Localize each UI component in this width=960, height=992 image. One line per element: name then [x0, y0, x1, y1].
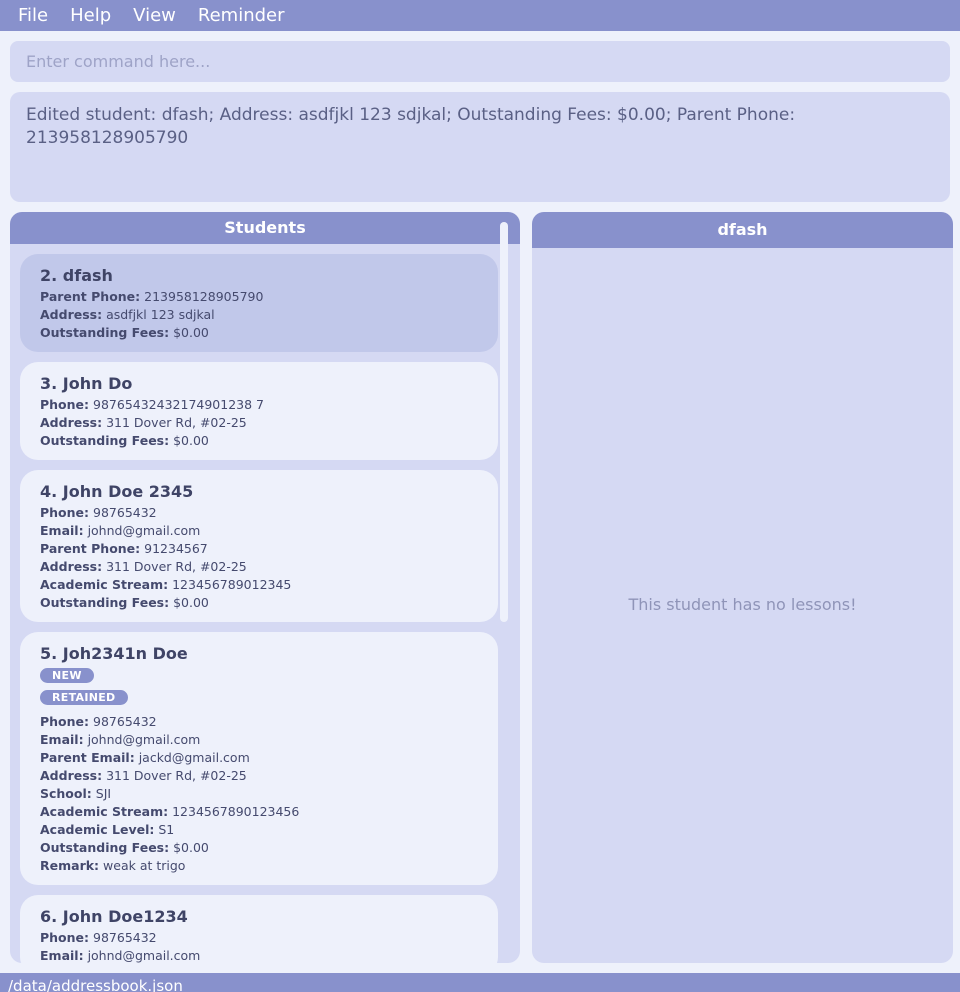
students-panel-title: Students: [10, 212, 520, 244]
field-label: School:: [40, 786, 92, 801]
status-bar: /data/addressbook.json: [0, 973, 960, 992]
student-name: 4. John Doe 2345: [40, 482, 194, 501]
student-field: Email: johnd@gmail.com: [40, 731, 478, 749]
detail-panel-title: dfash: [532, 212, 953, 248]
field-value: jackd@gmail.com: [138, 750, 250, 765]
field-value: 98765432: [93, 714, 157, 729]
field-label: Phone:: [40, 714, 90, 729]
student-name: 3. John Do: [40, 374, 133, 393]
field-value: johnd@gmail.com: [87, 948, 201, 963]
field-value: 91234567: [144, 541, 208, 556]
student-field: Remark: weak at trigo: [40, 857, 478, 875]
result-display: Edited student: dfash; Address: asdfjkl …: [10, 92, 950, 202]
field-label: Phone:: [40, 930, 90, 945]
field-label: Remark:: [40, 858, 100, 873]
student-tags: NEW RETAINED: [40, 666, 478, 710]
student-field: School: SJI: [40, 785, 478, 803]
student-card[interactable]: 5. Joh2341n Doe NEW RETAINED Phone: 9876543…: [20, 632, 498, 885]
student-field: Address: asdfjkl 123 sdjkal: [40, 306, 478, 324]
field-value: $0.00: [173, 433, 209, 448]
student-field: Email: johnd@gmail.com: [40, 522, 478, 540]
student-card[interactable]: 6. John Doe1234 Phone: 98765432 Email: joh…: [20, 895, 498, 963]
menu-view[interactable]: View: [133, 5, 176, 26]
student-field: Outstanding Fees: $0.00: [40, 432, 478, 450]
field-value: asdfjkl 123 sdjkal: [106, 307, 215, 322]
field-value: SJI: [95, 786, 112, 801]
student-field: Phone: 98765432: [40, 713, 478, 731]
student-card[interactable]: 2. dfash Parent Phone: 213958128905790 Add…: [20, 254, 498, 352]
student-name: 6. John Doe1234: [40, 907, 188, 926]
student-field: Parent Phone: 91234567: [40, 540, 478, 558]
field-label: Parent Phone:: [40, 541, 141, 556]
students-panel: Students 2. dfash Parent Phone: 213958128…: [10, 212, 520, 963]
field-value: 311 Dover Rd, #02-25: [106, 768, 247, 783]
field-value: 311 Dover Rd, #02-25: [106, 415, 247, 430]
field-label: Academic Stream:: [40, 577, 169, 592]
field-value: $0.00: [173, 325, 209, 340]
field-label: Outstanding Fees:: [40, 433, 170, 448]
field-label: Phone:: [40, 505, 90, 520]
student-name: 5. Joh2341n Doe: [40, 644, 188, 663]
field-label: Academic Level:: [40, 822, 155, 837]
field-label: Email:: [40, 732, 84, 747]
student-name: 2. dfash: [40, 266, 113, 285]
student-list-inner: 2. dfash Parent Phone: 213958128905790 Add…: [20, 254, 498, 963]
field-value: 98765432: [93, 505, 157, 520]
field-value: S1: [158, 822, 175, 837]
field-label: Outstanding Fees:: [40, 840, 170, 855]
student-tag: RETAINED: [40, 690, 128, 705]
field-label: Phone:: [40, 397, 90, 412]
student-list-scrollbar[interactable]: [500, 222, 508, 622]
field-label: Address:: [40, 559, 103, 574]
command-input[interactable]: [10, 41, 950, 82]
student-field: Academic Level: S1: [40, 821, 478, 839]
student-card[interactable]: 4. John Doe 2345 Phone: 98765432 Email: jo…: [20, 470, 498, 622]
field-label: Academic Stream:: [40, 804, 169, 819]
student-field: Email: johnd@gmail.com: [40, 947, 478, 963]
field-value: 98765432: [93, 930, 157, 945]
field-value: johnd@gmail.com: [87, 732, 201, 747]
field-label: Email:: [40, 523, 84, 538]
student-field: Address: 311 Dover Rd, #02-25: [40, 767, 478, 785]
field-label: Parent Email:: [40, 750, 135, 765]
student-field: Academic Stream: 123456789012345: [40, 576, 478, 594]
field-label: Address:: [40, 768, 103, 783]
student-field: Phone: 98765432432174901238 7: [40, 396, 478, 414]
field-value: johnd@gmail.com: [87, 523, 201, 538]
field-value: 123456789012345: [172, 577, 292, 592]
field-value: weak at trigo: [103, 858, 186, 873]
menu-reminder[interactable]: Reminder: [198, 5, 285, 26]
student-field: Phone: 98765432: [40, 929, 478, 947]
student-field: Academic Stream: 1234567890123456: [40, 803, 478, 821]
field-value: $0.00: [173, 595, 209, 610]
field-label: Email:: [40, 948, 84, 963]
student-detail-panel: dfash This student has no lessons!: [532, 212, 953, 963]
menu-bar: File Help View Reminder: [0, 0, 960, 31]
student-field: Outstanding Fees: $0.00: [40, 324, 478, 342]
student-field: Outstanding Fees: $0.00: [40, 839, 478, 857]
field-label: Address:: [40, 307, 103, 322]
field-label: Address:: [40, 415, 103, 430]
field-label: Outstanding Fees:: [40, 595, 170, 610]
student-field: Parent Phone: 213958128905790: [40, 288, 478, 306]
student-card[interactable]: 3. John Do Phone: 98765432432174901238 7A…: [20, 362, 498, 460]
field-value: $0.00: [173, 840, 209, 855]
menu-file[interactable]: File: [18, 5, 48, 26]
no-lessons-message: This student has no lessons!: [628, 595, 857, 614]
field-label: Outstanding Fees:: [40, 325, 170, 340]
student-field: Parent Email: jackd@gmail.com: [40, 749, 478, 767]
student-list[interactable]: 2. dfash Parent Phone: 213958128905790 Add…: [10, 244, 520, 963]
student-field: Address: 311 Dover Rd, #02-25: [40, 414, 478, 432]
field-value: 311 Dover Rd, #02-25: [106, 559, 247, 574]
student-field: Address: 311 Dover Rd, #02-25: [40, 558, 478, 576]
field-value: 1234567890123456: [172, 804, 300, 819]
student-field: Outstanding Fees: $0.00: [40, 594, 478, 612]
student-tag: NEW: [40, 668, 94, 683]
field-value: 213958128905790: [144, 289, 264, 304]
field-label: Parent Phone:: [40, 289, 141, 304]
menu-help[interactable]: Help: [70, 5, 111, 26]
student-field: Phone: 98765432: [40, 504, 478, 522]
field-value: 98765432432174901238 7: [93, 397, 264, 412]
